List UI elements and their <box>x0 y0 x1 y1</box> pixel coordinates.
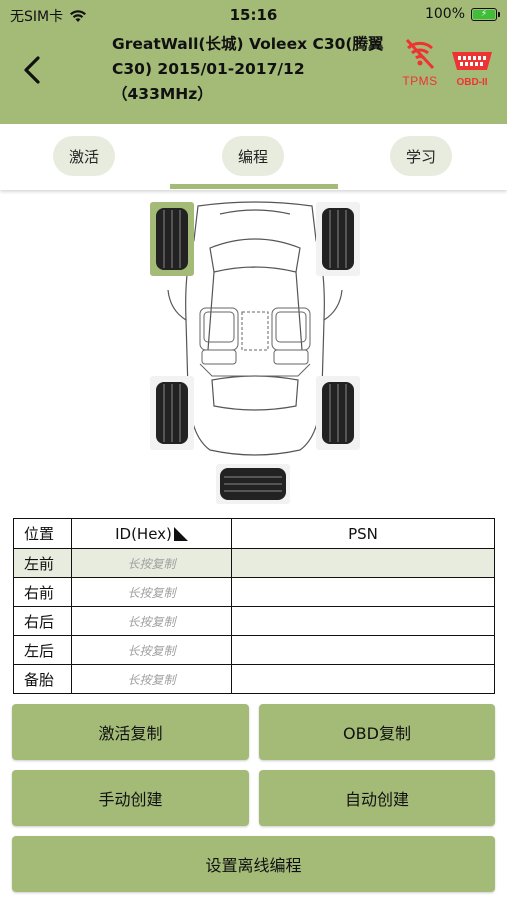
row-psn <box>231 578 494 606</box>
row-position: 右前 <box>24 583 55 602</box>
obd-connector-icon <box>452 52 492 70</box>
row-psn <box>231 665 494 693</box>
auto-create-button[interactable]: 自动创建 <box>259 770 495 826</box>
table-row[interactable]: 左前 长按复制 <box>14 548 494 577</box>
offline-program-button[interactable]: 设置离线编程 <box>12 836 495 892</box>
tab-learn[interactable]: 学习 <box>390 136 453 176</box>
vehicle-title: GreatWall(长城) Voleex C30(腾翼C30) 2015/01-… <box>112 35 384 103</box>
car-body-outline <box>167 201 343 456</box>
header-position: 位置 <box>24 525 55 543</box>
row-psn <box>231 607 494 635</box>
tire-front-left[interactable] <box>150 202 194 276</box>
header-id[interactable]: ID(Hex) <box>71 519 231 548</box>
header-psn: PSN <box>231 519 494 548</box>
row-id[interactable]: 长按复制 <box>71 665 231 693</box>
car-seats <box>199 307 311 377</box>
header-id-label: ID(Hex) <box>115 524 172 543</box>
row-id[interactable]: 长按复制 <box>71 607 231 635</box>
battery-icon: ⚡ <box>471 7 500 21</box>
sensor-table: 位置 ID(Hex) PSN 左前 长按复制 右前 长按复制 右后 长按复制 左… <box>13 518 495 694</box>
table-header-row: 位置 ID(Hex) PSN <box>14 519 494 548</box>
row-psn <box>231 636 494 664</box>
app-header: 无SIM卡 15:16 100% ⚡ GreatWall(长城) Voleex … <box>0 0 507 124</box>
row-psn <box>231 549 494 577</box>
row-id[interactable]: 长按复制 <box>71 636 231 664</box>
sort-triangle-icon <box>173 526 188 541</box>
tire-rear-left[interactable] <box>150 376 194 450</box>
table-row[interactable]: 右前 长按复制 <box>14 577 494 606</box>
battery-percent: 100% <box>424 6 465 22</box>
obd-label: OBD-II <box>456 77 488 88</box>
table-row[interactable]: 左后 长按复制 <box>14 635 494 664</box>
tpms-logo: TPMS <box>395 36 445 88</box>
obd-copy-button[interactable]: OBD复制 <box>259 704 495 760</box>
car-diagram <box>150 201 360 456</box>
tire-rear-right[interactable] <box>316 376 360 450</box>
tab-bar: 激活 编程 学习 <box>0 124 507 190</box>
tab-program[interactable]: 编程 <box>222 136 285 176</box>
obd-logo: OBD-II <box>449 48 495 88</box>
tire-front-right[interactable] <box>316 202 360 276</box>
table-row[interactable]: 右后 长按复制 <box>14 606 494 635</box>
active-tab-indicator <box>170 184 338 189</box>
tpms-label: TPMS <box>402 74 438 88</box>
status-bar: 无SIM卡 15:16 100% ⚡ <box>0 0 507 30</box>
row-position: 左前 <box>14 549 71 577</box>
manual-create-button[interactable]: 手动创建 <box>12 770 249 826</box>
table-row[interactable]: 备胎 长按复制 <box>14 664 494 693</box>
row-id[interactable]: 长按复制 <box>71 549 231 577</box>
tpms-wifi-off-icon <box>405 38 435 70</box>
tab-activate[interactable]: 激活 <box>53 136 116 176</box>
row-position: 备胎 <box>24 670 55 689</box>
row-id[interactable]: 长按复制 <box>71 578 231 606</box>
row-position: 左后 <box>24 641 55 660</box>
tire-spare[interactable] <box>216 464 290 504</box>
activate-copy-button[interactable]: 激活复制 <box>12 704 249 760</box>
back-chevron-icon[interactable] <box>14 50 50 90</box>
row-position: 右后 <box>24 612 55 631</box>
